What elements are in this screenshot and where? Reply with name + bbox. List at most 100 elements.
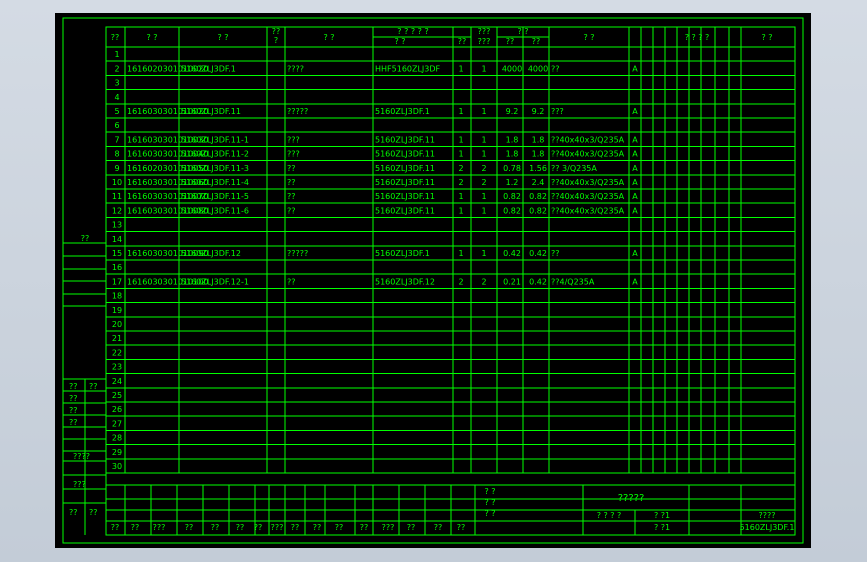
footer-label: ??	[254, 523, 263, 532]
row-qty-total: 1	[481, 135, 486, 144]
row-number: 22	[112, 348, 122, 357]
footer-label: ??	[111, 523, 120, 532]
row-class: A	[632, 192, 638, 201]
row-class: A	[632, 277, 638, 286]
row-qty-total: 1	[481, 206, 486, 215]
strip-label: ??	[69, 418, 78, 427]
row-drawing-no: 5160ZLJ3DF.1	[181, 64, 236, 73]
row-weight-single: 0.82	[503, 206, 521, 215]
row-number: 7	[114, 135, 119, 144]
row-number: 19	[112, 306, 122, 315]
row-name: ???	[287, 150, 300, 159]
footer-label: ???	[382, 523, 395, 532]
row-name: ??	[287, 192, 296, 201]
row-number: 24	[112, 377, 122, 386]
row-material: ??40x40x3/Q235A	[551, 206, 625, 215]
row-qty: 2	[458, 164, 463, 173]
row-drawing-no: 5160ZLJ3DF.11-6	[181, 206, 249, 215]
header-qty-a: ???	[478, 27, 491, 36]
row-class: A	[632, 164, 638, 173]
row-name: ????	[287, 64, 304, 73]
footer-label: ??	[360, 523, 369, 532]
strip-label: ???	[73, 480, 86, 489]
row-assembly: 5160ZLJ3DF.1	[375, 249, 430, 258]
header-qty-flag-a: ??	[272, 27, 281, 36]
row-number: 26	[112, 405, 122, 414]
row-weight-total: 0.82	[529, 192, 547, 201]
row-weight-single: 4000	[502, 64, 522, 73]
bom-table-drawing: ??? ?? ????? ?? ? ? ? ?? ?????????? ????…	[62, 17, 804, 544]
header-weight-single: ??	[506, 37, 515, 46]
row-number: 15	[112, 249, 122, 258]
row-number: 28	[112, 434, 122, 443]
header-weight-total: ??	[532, 37, 541, 46]
row-qty-total: 1	[481, 64, 486, 73]
footer-label: ???	[271, 523, 284, 532]
header-seq: ??	[111, 33, 120, 42]
row-qty: 1	[458, 249, 463, 258]
header-material: ? ?	[583, 33, 594, 42]
row-assembly: 5160ZLJ3DF.1	[375, 107, 430, 116]
row-weight-total: 2.4	[532, 178, 545, 187]
footer-label: ??	[236, 523, 245, 532]
row-class: A	[632, 178, 638, 187]
strip-label: ????	[73, 452, 90, 461]
row-qty: 1	[458, 107, 463, 116]
row-class: A	[632, 150, 638, 159]
row-material: ?? 3/Q235A	[551, 164, 597, 173]
row-drawing-no: 5160ZLJ3DF.11-5	[181, 192, 249, 201]
footer-sig-b: ? ?1	[654, 511, 670, 520]
row-weight-single: 0.78	[503, 164, 521, 173]
row-name: ??	[287, 178, 296, 187]
row-qty-total: 1	[481, 107, 486, 116]
row-weight-total: 1.8	[532, 150, 545, 159]
row-name: ?????	[287, 249, 308, 258]
row-weight-single: 1.8	[506, 150, 519, 159]
row-weight-total: 9.2	[532, 107, 545, 116]
header-qty-b: ???	[478, 37, 491, 46]
row-drawing-no: 5160ZLJ3DF.11	[181, 107, 241, 116]
row-material: ??	[551, 249, 560, 258]
row-number: 27	[112, 419, 122, 428]
row-number: 21	[112, 334, 122, 343]
row-assembly: 5160ZLJ3DF.11	[375, 192, 435, 201]
footer-label: ??	[434, 523, 443, 532]
footer-mid-label: ? ?	[484, 498, 495, 507]
row-number: 25	[112, 391, 122, 400]
row-material: ??40x40x3/Q235A	[551, 135, 625, 144]
row-qty-total: 1	[481, 150, 486, 159]
footer-label: ??	[131, 523, 140, 532]
row-assembly: 5160ZLJ3DF.11	[375, 178, 435, 187]
row-number: 8	[114, 150, 119, 159]
row-number: 9	[114, 164, 119, 173]
row-qty-total: 2	[481, 178, 486, 187]
footer-label: ??	[335, 523, 344, 532]
row-class: A	[632, 64, 638, 73]
row-name: ???	[287, 135, 300, 144]
footer-label: ??	[313, 523, 322, 532]
row-weight-single: 0.21	[503, 277, 521, 286]
row-number: 12	[112, 206, 122, 215]
header-code: ? ?	[146, 33, 157, 42]
row-qty: 2	[458, 277, 463, 286]
row-qty: 1	[458, 135, 463, 144]
row-qty-total: 1	[481, 192, 486, 201]
row-name: ??	[287, 164, 296, 173]
row-number: 16	[112, 263, 122, 272]
row-number: 17	[112, 277, 122, 286]
row-assembly: 5160ZLJ3DF.11	[375, 135, 435, 144]
row-material: ??40x40x3/Q235A	[551, 178, 625, 187]
row-weight-single: 0.82	[503, 192, 521, 201]
row-number: 14	[112, 235, 122, 244]
footer-label: ??	[211, 523, 220, 532]
row-weight-single: 1.2	[506, 178, 519, 187]
header-weight: ? ?	[517, 27, 528, 36]
row-number: 18	[112, 292, 122, 301]
row-assembly: 5160ZLJ3DF.11	[375, 206, 435, 215]
header-remark: ? ?	[761, 33, 772, 42]
row-number: 11	[112, 192, 122, 201]
row-drawing-no: 5160ZLJ3DF.12	[181, 249, 241, 258]
row-weight-single: 0.42	[503, 249, 521, 258]
row-qty: 1	[458, 64, 463, 73]
footer-label: ??	[291, 523, 300, 532]
